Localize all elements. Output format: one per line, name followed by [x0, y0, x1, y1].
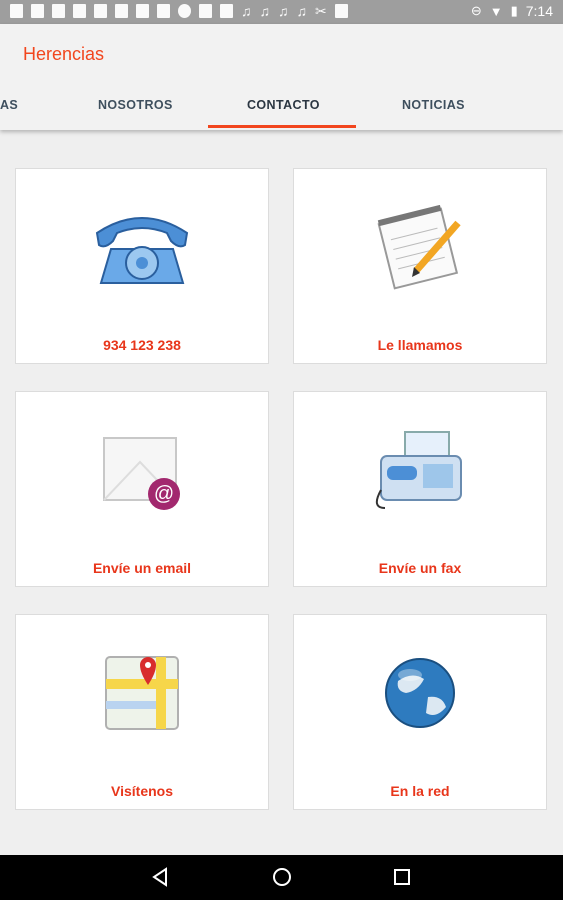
back-icon[interactable]	[150, 866, 172, 888]
card-phone-label: 934 123 238	[103, 337, 181, 353]
card-email-label: Envíe un email	[92, 560, 192, 576]
system-icons: ⊖ ▼ ▮ 7:14	[471, 3, 553, 19]
card-visit-label: Visítenos	[111, 783, 173, 799]
card-web-label: En la red	[390, 783, 450, 799]
active-tab-indicator	[208, 125, 356, 128]
card-callback[interactable]: Le llamamos	[293, 168, 547, 364]
card-phone[interactable]: 934 123 238	[15, 168, 269, 364]
wifi-notification-icon	[178, 4, 191, 18]
fax-machine-icon	[375, 431, 462, 509]
music-note-icon: ♫	[278, 3, 289, 19]
card-visit[interactable]: Visítenos	[15, 614, 269, 810]
globe-icon	[385, 658, 455, 728]
card-callback-label: Le llamamos	[377, 337, 463, 353]
clock: 7:14	[525, 3, 553, 19]
music-note-icon: ♫	[259, 3, 271, 19]
app-title: Herencias	[23, 44, 105, 64]
telephone-icon	[95, 217, 189, 284]
image-notification-icon	[115, 4, 128, 18]
mail-notification-icon	[157, 4, 170, 18]
card-web[interactable]: En la red	[293, 614, 547, 810]
tab-partial[interactable]: AS	[0, 98, 18, 112]
notification-icons: ♫ ♫ ♫ ♫ ✂	[10, 4, 348, 18]
archive-notification-icon	[334, 4, 348, 18]
notepad-pencil-icon	[377, 205, 461, 290]
map-pin-icon	[105, 656, 179, 730]
svg-text:@: @	[154, 483, 174, 505]
email-envelope-icon: @	[103, 437, 180, 510]
person-notification-icon	[52, 4, 65, 18]
app-bar: Herencias AS NOSOTROS CONTACTO NOTICIAS	[0, 24, 563, 130]
do-not-disturb-icon: ⊖	[470, 3, 482, 18]
status-bar: ♫ ♫ ♫ ♫ ✂ ⊖ ▼ ▮ 7:14	[0, 0, 563, 24]
battery-icon: ▮	[510, 3, 518, 18]
mail-notification-icon	[136, 4, 149, 18]
tools-notification-icon: ✂	[315, 3, 327, 19]
tab-nosotros[interactable]: NOSOTROS	[98, 98, 173, 112]
card-email[interactable]: @ Envíe un email	[15, 391, 269, 587]
facebook-notification-icon	[31, 4, 44, 18]
tab-contacto[interactable]: CONTACTO	[247, 98, 320, 112]
tab-noticias[interactable]: NOTICIAS	[402, 98, 465, 112]
wifi-signal-icon: ▼	[489, 3, 503, 19]
home-icon[interactable]	[271, 866, 293, 888]
card-fax[interactable]: Envíe un fax	[293, 391, 547, 587]
facebook-notification-icon	[10, 4, 23, 18]
square-notification-icon	[220, 4, 233, 18]
camera-notification-icon	[199, 4, 212, 18]
person-notification-icon	[94, 4, 107, 18]
person-notification-icon	[73, 4, 86, 18]
recents-icon[interactable]	[391, 866, 413, 888]
card-fax-label: Envíe un fax	[378, 560, 462, 576]
navigation-bar	[0, 855, 563, 900]
music-note-icon: ♫	[241, 3, 252, 19]
music-note-icon: ♫	[296, 3, 308, 19]
